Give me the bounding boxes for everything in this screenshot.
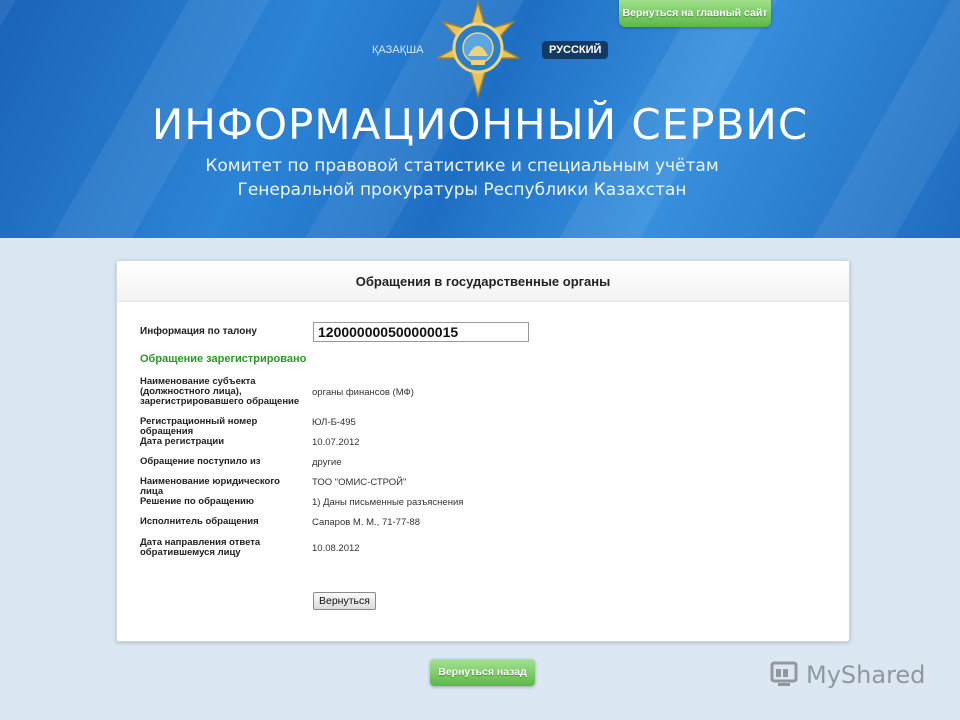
- appeal-info-panel: Обращения в государственные органы Инфор…: [116, 260, 850, 642]
- watermark-logo-icon: [770, 661, 798, 686]
- language-kazakh-link[interactable]: ҚАЗАҚША: [372, 44, 423, 56]
- go-back-button[interactable]: Вернуться назад: [430, 659, 535, 686]
- ticket-label: Информация по талону: [140, 326, 257, 337]
- row-value: органы финансов (МФ): [312, 387, 414, 398]
- row-value: 10.07.2012: [312, 437, 360, 448]
- page-subtitle-line2: Генеральной прокуратуры Республики Казах…: [237, 180, 687, 200]
- page-subtitle-line1: Комитет по правовой статистике и специал…: [205, 156, 719, 176]
- state-emblem-icon: [436, 0, 520, 99]
- row-value: Сапаров М. М., 71-77-88: [312, 517, 420, 528]
- back-button[interactable]: Вернуться: [313, 592, 376, 610]
- row-label: Решение по обращению: [140, 496, 255, 507]
- row-label: Обращение поступило из: [140, 456, 261, 467]
- row-value: ТОО "ОМИС-СТРОЙ": [312, 477, 407, 488]
- page-title: ИНФОРМАЦИОННЫЙ СЕРВИС: [151, 100, 809, 149]
- row-label: Дата регистрации: [140, 436, 225, 447]
- site-header: ҚАЗАҚША РУССКИЙ Вернуться на главный сай…: [0, 0, 960, 238]
- watermark: MyShared: [768, 655, 928, 695]
- row-label: Наименование юридического лица: [140, 476, 280, 497]
- row-label: Регистрационный номер обращения: [140, 416, 258, 437]
- row-value: другие: [312, 457, 342, 468]
- panel-title: Обращения в государственные органы: [117, 261, 849, 302]
- row-label: Дата направления ответа обратившемуся ли…: [140, 537, 261, 558]
- back-to-main-site-button[interactable]: Вернуться на главный сайт: [619, 0, 771, 27]
- ticket-number-field[interactable]: 120000000500000015: [313, 322, 529, 342]
- status-registered: Обращение зарегистрировано: [140, 353, 307, 365]
- row-label: Исполнитель обращения: [140, 516, 259, 527]
- row-label: Наименование субъекта (должностного лица…: [140, 376, 300, 407]
- row-value: ЮЛ-Б-495: [312, 417, 356, 428]
- row-value: 1) Даны письменные разъяснения: [312, 497, 464, 508]
- row-value: 10.08.2012: [312, 543, 360, 554]
- language-russian-button[interactable]: РУССКИЙ: [542, 41, 609, 59]
- watermark-text: MyShared: [806, 661, 926, 689]
